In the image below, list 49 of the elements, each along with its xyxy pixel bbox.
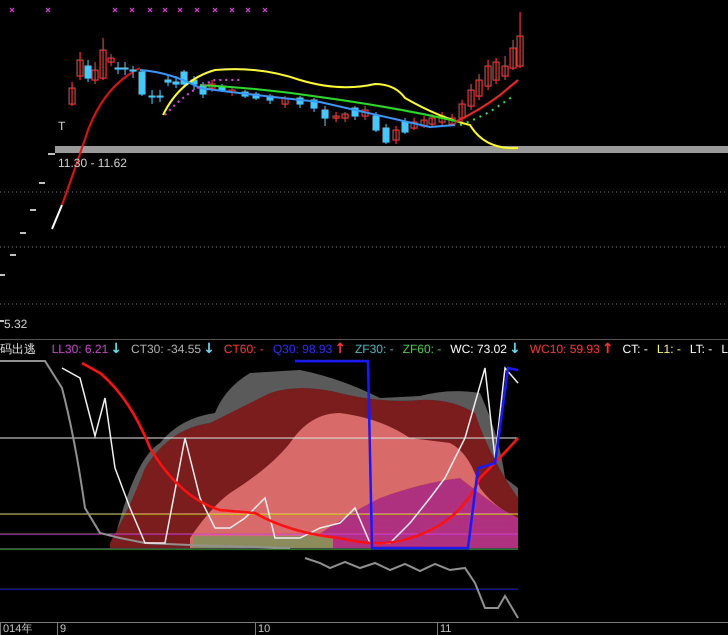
- candlestick: [218, 84, 226, 92]
- candlestick: [252, 92, 260, 100]
- indicator-value: ZF60: -: [402, 342, 442, 356]
- indicator-value: Q30: 98.93: [272, 342, 332, 356]
- indicator-value: LL30: 6.21: [52, 342, 108, 356]
- indicator-title: 码出逃: [0, 340, 37, 358]
- candlestick: [190, 76, 198, 90]
- price-axis-label: 5.32: [4, 318, 28, 331]
- candlestick: [228, 88, 236, 96]
- time-axis-label: 10: [255, 623, 270, 635]
- candlestick: [310, 98, 318, 112]
- indicator-value: L1: -: [656, 342, 681, 356]
- trend-arrow: ↑: [602, 341, 614, 357]
- indicator-value: CT30: -34.55: [131, 342, 202, 356]
- indicator-value: WC: 73.02: [450, 342, 507, 356]
- indicator-value: ZF30: -: [354, 342, 394, 356]
- candlestick: [410, 118, 418, 130]
- trend-arrow: ↓: [110, 341, 122, 357]
- candlestick: [458, 100, 466, 122]
- time-axis-label: 9: [57, 623, 66, 635]
- candlestick: [138, 70, 146, 96]
- indicator-value: WC10: 59.93: [530, 342, 600, 356]
- indicator-value: CT60: -: [224, 342, 264, 356]
- chart-marker: T: [58, 120, 66, 133]
- candlestick: [296, 96, 304, 108]
- candlestick: [342, 112, 348, 122]
- candlestick: [402, 118, 408, 134]
- candlestick: [392, 126, 400, 144]
- time-axis-label: 11: [437, 623, 452, 635]
- candlestick: [266, 94, 274, 104]
- indicator-value: CT: -: [622, 342, 648, 356]
- candlestick: [282, 96, 288, 108]
- candlestick: [362, 106, 368, 120]
- indicator-value: L: [721, 342, 728, 356]
- time-axis-label: 014年: [0, 623, 32, 635]
- candlestick: [448, 114, 456, 126]
- indicator-value: LT: -: [690, 342, 712, 356]
- candlestick: [382, 124, 390, 144]
- candlestick: [242, 90, 248, 98]
- trend-arrow: ↓: [203, 341, 215, 357]
- candlestick: [332, 112, 340, 122]
- candlestick: [200, 82, 206, 98]
- trend-arrow: ↑: [334, 341, 346, 357]
- candlestick: [208, 80, 216, 92]
- candlestick: [352, 106, 358, 120]
- candlestick: [372, 112, 380, 132]
- candlestick: [322, 106, 328, 126]
- trend-arrow: ↓: [508, 341, 521, 357]
- candlestick: [438, 112, 446, 126]
